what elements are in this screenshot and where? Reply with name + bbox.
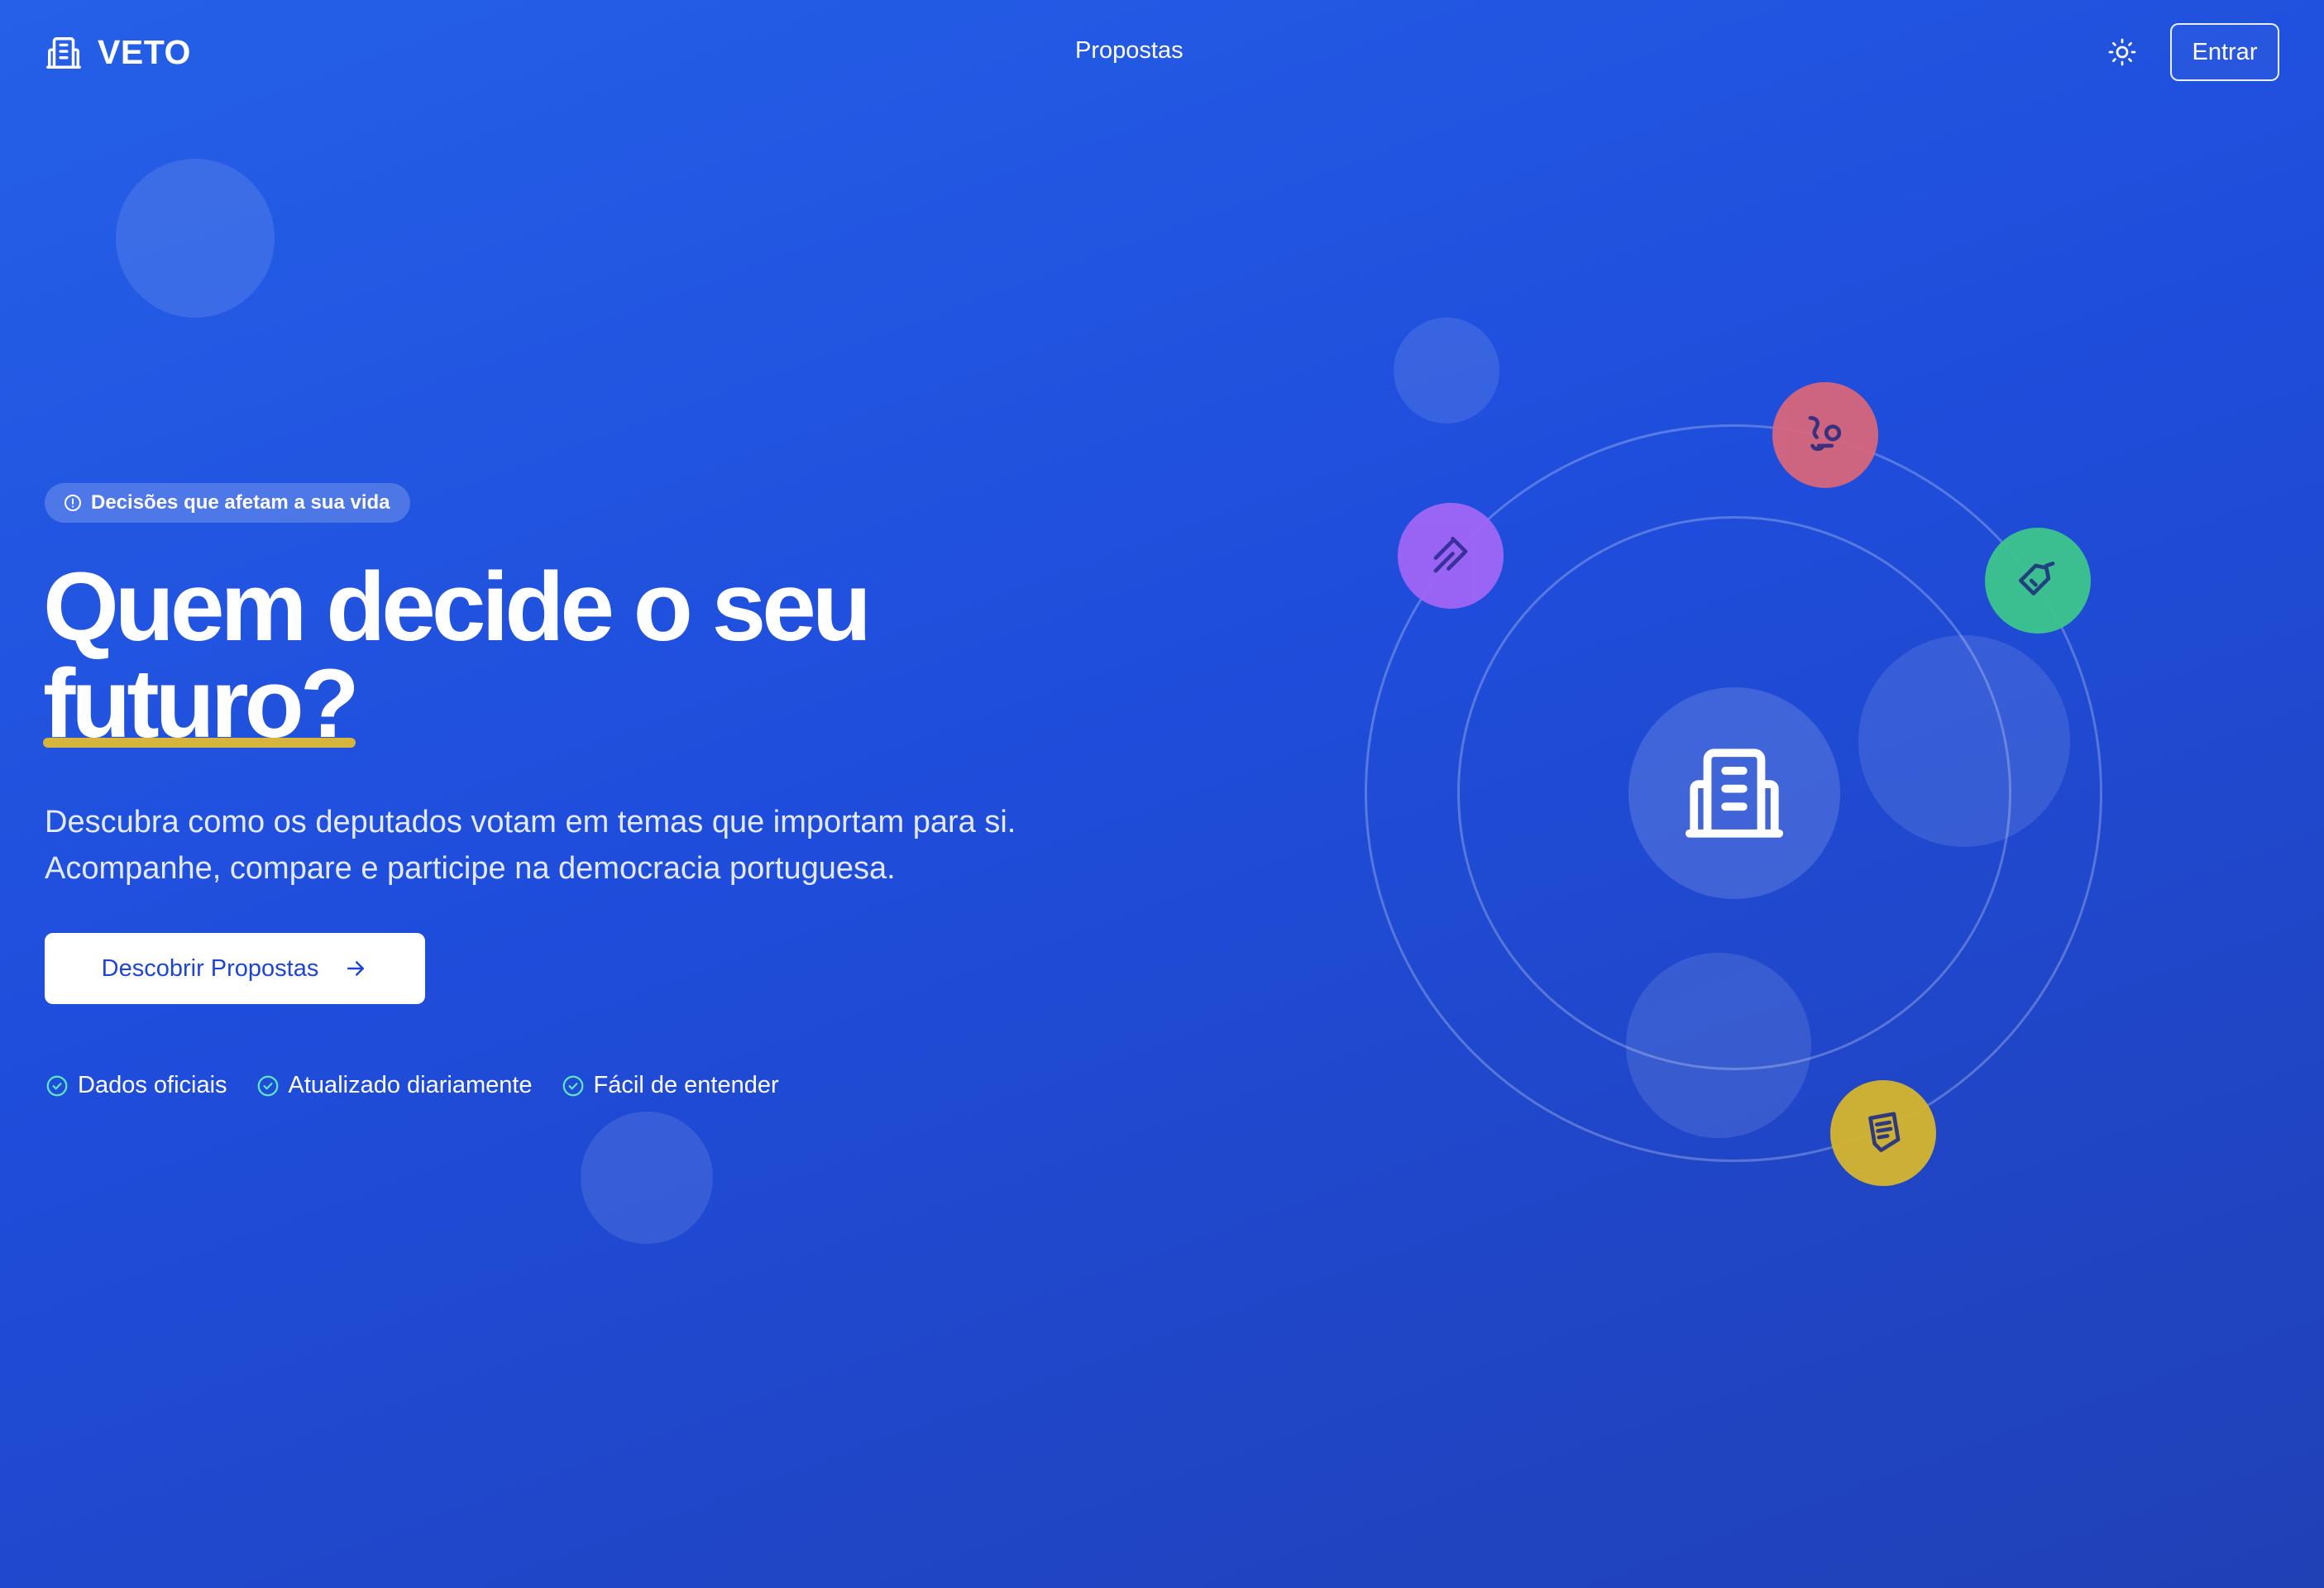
document-icon (1868, 1112, 1901, 1152)
discover-proposals-button[interactable]: Descobrir Propostas (45, 933, 425, 1004)
nav-link-propostas[interactable]: Propostas (1075, 37, 1184, 65)
hero-badge: Decisões que afetam a sua vida (45, 483, 410, 523)
hero-title: Quem decide o seu futuro? (43, 558, 1035, 753)
check-circle-icon (257, 1075, 278, 1096)
hero-title-line: Quem decide o seu (43, 552, 872, 662)
decorative-circle (116, 159, 275, 318)
feather-icon (1433, 537, 1468, 573)
check-circle-icon (562, 1075, 583, 1096)
arrow-right-icon (347, 961, 365, 976)
topic-circle-yellow (1830, 1080, 1936, 1186)
scale-icon (1808, 416, 1842, 452)
feature-label: Dados oficiais (78, 1072, 227, 1098)
decorative-circle (581, 1112, 713, 1244)
feature-item: Fácil de entender (561, 1072, 779, 1099)
login-button[interactable]: Entrar (2170, 23, 2279, 81)
decorative-circle (1394, 318, 1499, 423)
feature-label: Fácil de entender (593, 1072, 779, 1098)
feature-label: Atualizado diariamente (288, 1072, 533, 1098)
feature-list: Dados oficiais Atualizado diariamente Fá… (45, 1072, 779, 1099)
sun-icon[interactable] (2107, 37, 2137, 67)
logo[interactable]: VETO (45, 33, 191, 72)
cta-label: Descobrir Propostas (101, 954, 319, 982)
hero-title-highlight: futuro? (43, 655, 360, 753)
tag-icon (2019, 562, 2055, 596)
topic-circle-red (1772, 382, 1878, 488)
hero-title-highlight-text: futuro? (43, 649, 360, 758)
center-hub (1628, 687, 1840, 899)
building-icon (46, 36, 81, 69)
logo-text: VETO (98, 33, 191, 71)
topic-circle-green (1985, 528, 2091, 634)
building-icon (1685, 749, 1784, 838)
feature-item: Atualizado diariamente (256, 1072, 533, 1099)
topic-circle-purple (1398, 503, 1504, 609)
hero-subtitle: Descubra como os deputados votam em tema… (45, 805, 1016, 886)
check-circle-icon (46, 1075, 68, 1096)
hero-badge-label: Decisões que afetam a sua vida (91, 491, 390, 514)
feature-item: Dados oficiais (45, 1072, 227, 1099)
top-navigation-bar: VETO Propostas Entrar (0, 0, 2324, 108)
landing-page: VETO Propostas Entrar Decisões que afeta… (0, 0, 2324, 1588)
info-icon (65, 495, 81, 511)
